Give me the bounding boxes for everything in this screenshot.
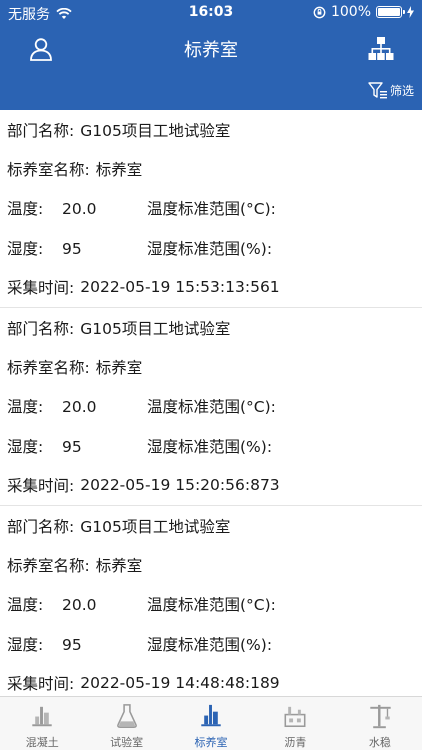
flask-icon [116,704,137,728]
room-value: 标养室 [95,161,143,180]
dept-label: 部门名称: [7,121,75,140]
filter-label: 筛选 [389,84,414,98]
humidity-value: 95 [62,239,82,258]
temp-range-label: 温度标准范围(°C): [147,398,276,417]
time-label: 采集时间: [7,279,75,298]
filter-bar: 筛选 [0,72,422,110]
humidity-row: 湿度: 95 湿度标准范围(%): [7,624,422,663]
room-label: 标养室名称: [7,161,90,180]
battery-icon [376,6,405,18]
dept-value: G105项目工地试验室 [80,121,231,140]
temp-label: 温度: [7,596,44,615]
humidity-label: 湿度: [7,239,44,258]
temp-row: 温度: 20.0 温度标准范围(°C): [7,189,422,228]
humidity-row: 湿度: 95 湿度标准范围(%): [7,426,422,465]
record-item[interactable]: 部门名称: G105项目工地试验室 标养室名称: 标养室 温度: 20.0 温度标… [0,110,422,308]
filter-icon [368,82,387,99]
tab-label: 试验室 [110,736,144,749]
tab-water-stable[interactable]: 水稳 [338,697,422,750]
crane-icon [370,704,391,729]
curing-room-icon [201,704,221,727]
room-value: 标养室 [95,359,143,378]
status-right: 100% [313,4,414,20]
room-row: 标养室名称: 标养室 [7,149,422,188]
temp-cell: 温度: 20.0 [7,197,147,219]
humidity-label: 湿度: [7,635,44,654]
temp-cell: 温度: 20.0 [7,593,147,615]
tab-curing-room[interactable]: 标养室 [169,697,253,750]
dept-row: 部门名称: G105项目工地试验室 [7,308,422,347]
org-structure-button[interactable] [368,36,394,62]
temp-range-label: 温度标准范围(°C): [147,200,276,219]
battery-percent: 100% [330,4,371,20]
temp-cell: 温度: 20.0 [7,395,147,417]
humidity-cell: 湿度: 95 [7,633,147,655]
time-row: 采集时间: 2022-05-19 14:48:48:189 [7,663,422,696]
temp-value: 20.0 [62,200,97,219]
room-row: 标养室名称: 标养室 [7,347,422,386]
asphalt-plant-icon [284,706,306,728]
dept-label: 部门名称: [7,319,75,338]
dept-value: G105项目工地试验室 [80,319,231,338]
tab-label: 水稳 [368,736,391,749]
tab-bar: 混凝土 试验室 标养室 沥青 水稳 [0,696,422,750]
humidity-range-label: 湿度标准范围(%): [147,239,273,258]
record-item[interactable]: 部门名称: G105项目工地试验室 标养室名称: 标养室 温度: 20.0 温度标… [0,506,422,696]
humidity-cell: 湿度: 95 [7,237,147,259]
tab-concrete[interactable]: 混凝土 [0,697,84,750]
humidity-label: 湿度: [7,437,44,456]
dept-row: 部门名称: G105项目工地试验室 [7,110,422,149]
temp-value: 20.0 [62,398,97,417]
time-label: 采集时间: [7,675,75,694]
temp-label: 温度: [7,200,44,219]
temp-value: 20.0 [62,596,97,615]
tab-label: 混凝土 [25,736,59,749]
tab-asphalt[interactable]: 沥青 [253,697,337,750]
record-item[interactable]: 部门名称: G105项目工地试验室 标养室名称: 标养室 温度: 20.0 温度标… [0,308,422,506]
temp-row: 温度: 20.0 温度标准范围(°C): [7,585,422,624]
temp-row: 温度: 20.0 温度标准范围(°C): [7,387,422,426]
nav-bar: 标养室 [0,24,422,72]
humidity-value: 95 [62,635,82,654]
room-label: 标养室名称: [7,556,90,575]
temp-label: 温度: [7,398,44,417]
page-title: 标养室 [184,40,238,61]
time-value: 2022-05-19 14:48:48:189 [80,674,280,693]
concrete-icon [32,706,52,727]
time-row: 采集时间: 2022-05-19 15:53:13:561 [7,268,422,307]
charging-icon [407,6,414,18]
time-label: 采集时间: [7,477,75,496]
room-row: 标养室名称: 标养室 [7,545,422,584]
humidity-range-label: 湿度标准范围(%): [147,635,273,654]
time-row: 采集时间: 2022-05-19 15:20:56:873 [7,466,422,505]
filter-button[interactable]: 筛选 [368,82,414,99]
dept-value: G105项目工地试验室 [80,517,231,536]
dept-row: 部门名称: G105项目工地试验室 [7,506,422,545]
tab-label: 沥青 [284,736,307,749]
humidity-row: 湿度: 95 湿度标准范围(%): [7,228,422,267]
humidity-value: 95 [62,437,82,456]
dept-label: 部门名称: [7,517,75,536]
status-bar: 无服务 16:03 100% [0,0,422,24]
humidity-range-label: 湿度标准范围(%): [147,437,273,456]
room-label: 标养室名称: [7,359,90,378]
tab-lab[interactable]: 试验室 [84,697,168,750]
room-value: 标养室 [95,556,143,575]
org-chart-icon [368,37,394,60]
humidity-cell: 湿度: 95 [7,435,147,457]
tab-label: 标养室 [194,736,228,749]
time-value: 2022-05-19 15:53:13:561 [80,278,280,297]
temp-range-label: 温度标准范围(°C): [147,596,276,615]
orientation-lock-icon [313,6,326,18]
time-value: 2022-05-19 15:20:56:873 [80,476,280,495]
record-list[interactable]: 部门名称: G105项目工地试验室 标养室名称: 标养室 温度: 20.0 温度标… [0,110,422,696]
